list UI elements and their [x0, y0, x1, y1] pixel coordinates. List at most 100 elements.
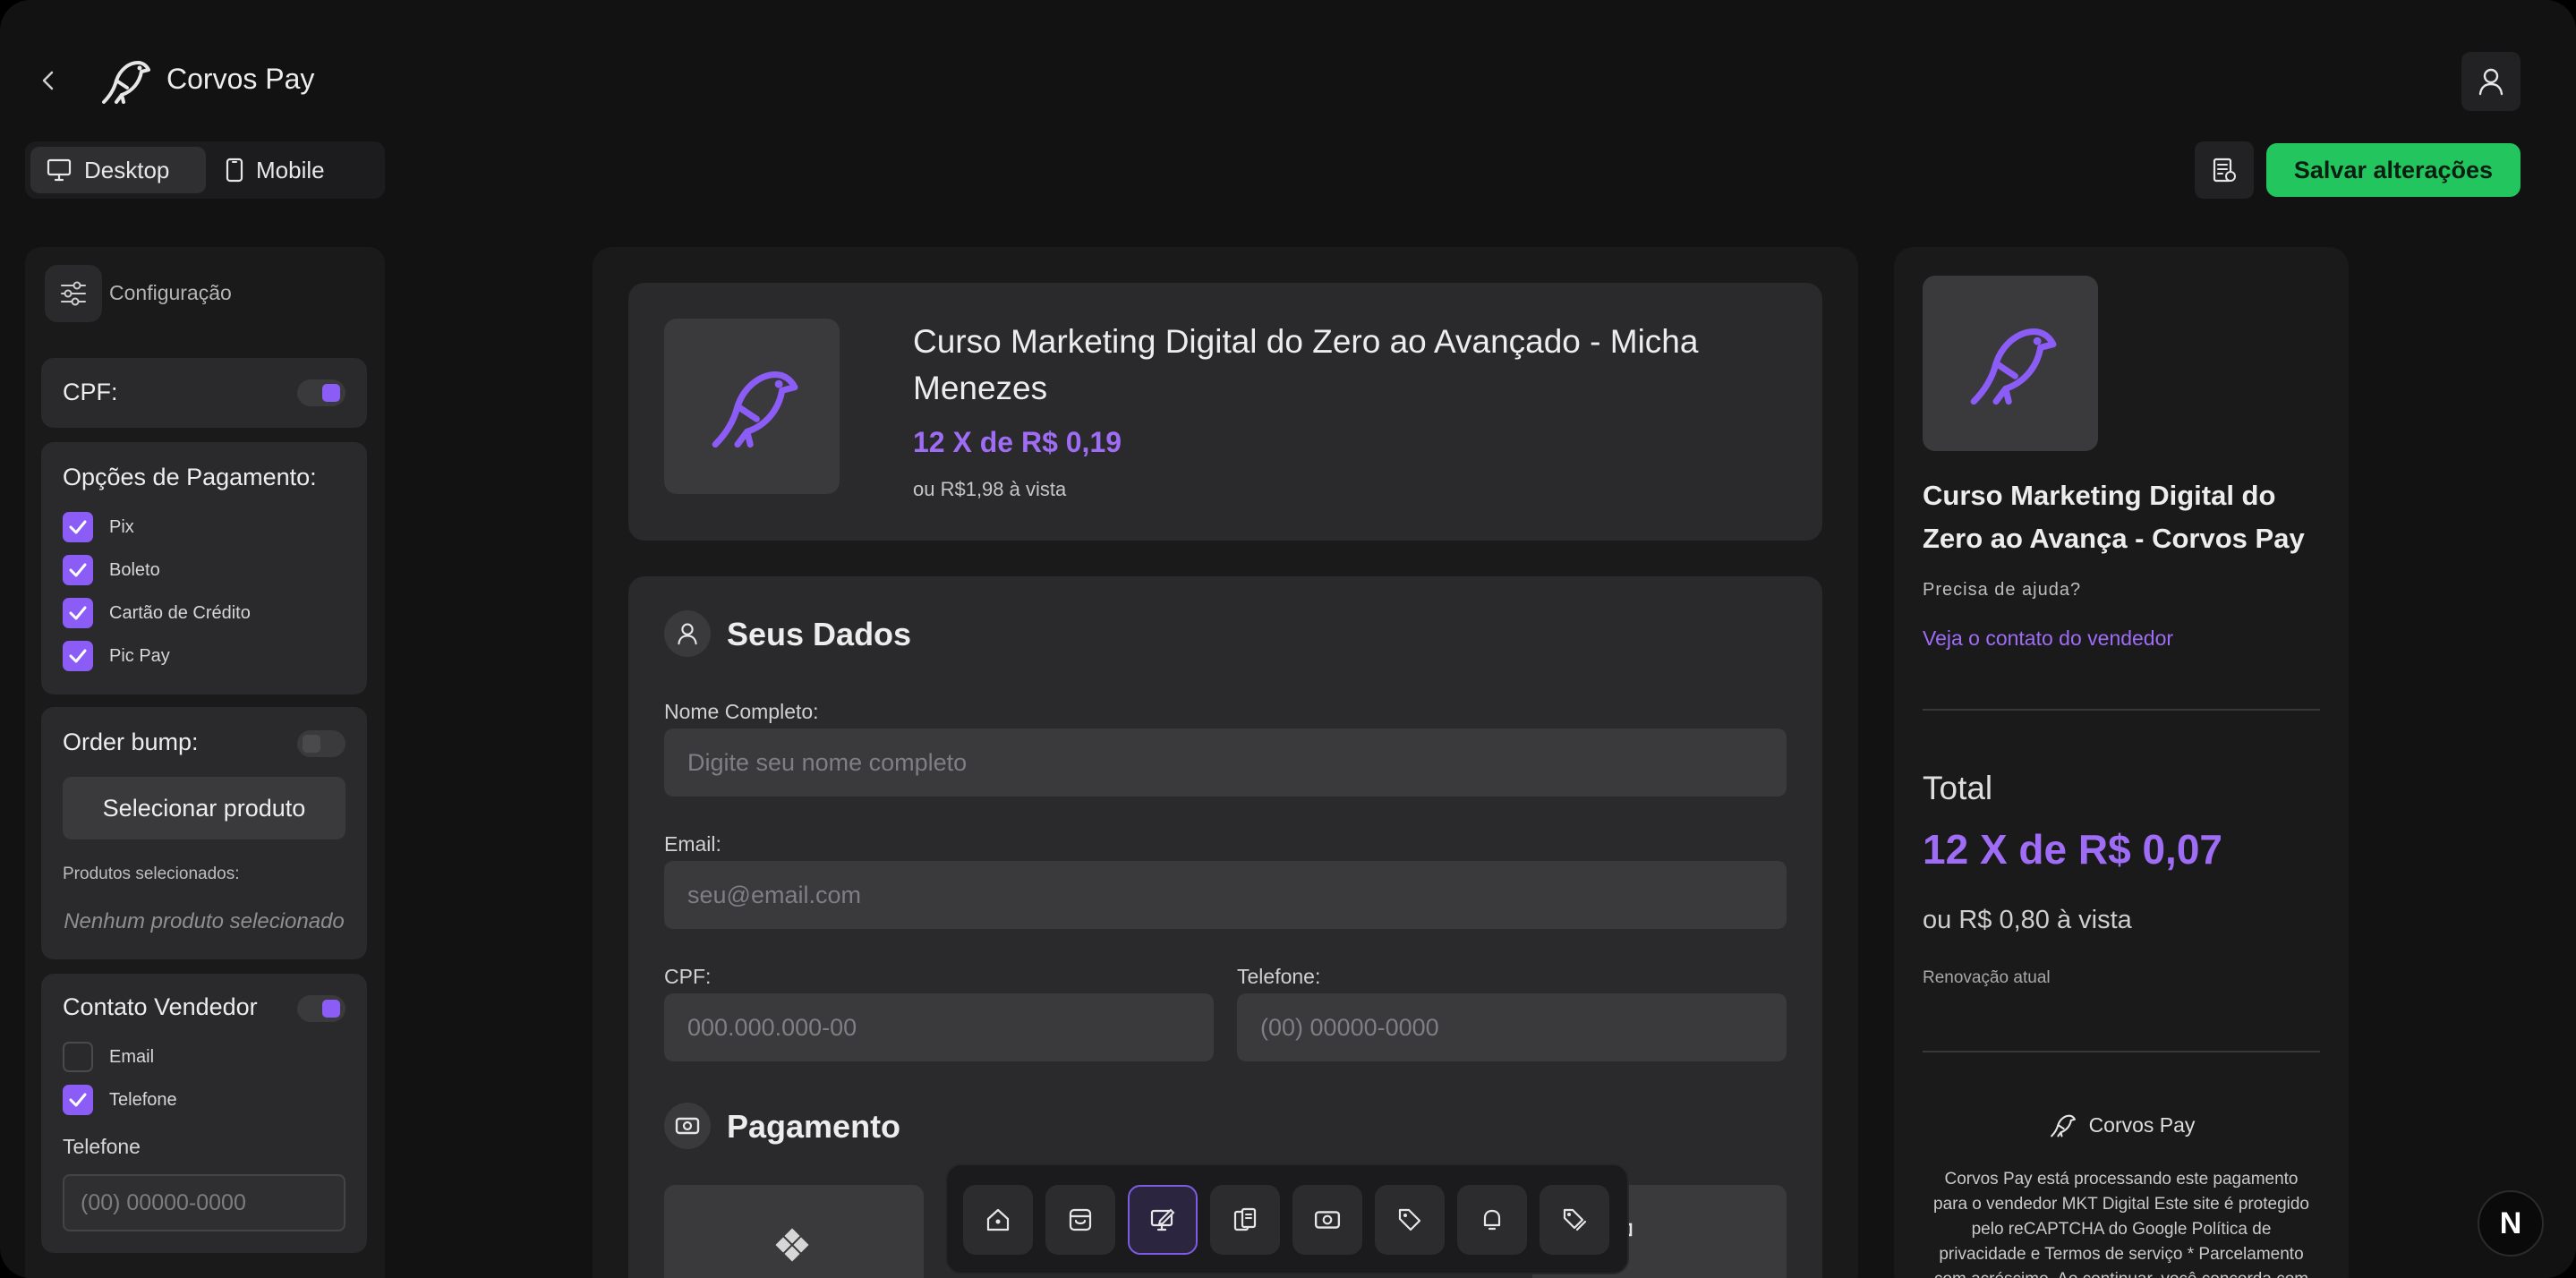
tag-icon: [1398, 1208, 1421, 1231]
checkbox-checked[interactable]: [63, 641, 93, 671]
discount-icon: [1563, 1208, 1587, 1231]
empty-products-label: Nenhum produto selecionado: [64, 909, 345, 933]
payment-option-label: Pix: [109, 516, 134, 537]
product-cash-price: ou R$1,98 à vista: [913, 478, 1067, 500]
config-label: Configuração: [109, 281, 232, 304]
payment-option-picpay[interactable]: Pic Pay: [63, 641, 170, 671]
store-icon: [1069, 1208, 1092, 1231]
dock-edit-screen-button[interactable]: [1128, 1185, 1198, 1255]
total-cash-price: ou R$ 0,80 à vista: [1923, 906, 2132, 934]
tab-desktop-label: Desktop: [84, 156, 170, 183]
home-icon: [986, 1208, 1010, 1231]
product-title: Curso Marketing Digital do Zero ao Avanç…: [913, 323, 1699, 406]
renewal-label: Renovação atual: [1923, 968, 2051, 987]
dock-home-button[interactable]: [963, 1185, 1033, 1255]
phone-label: Telefone:: [1237, 965, 1321, 988]
help-label: Precisa de ajuda?: [1923, 580, 2082, 600]
device-toggle: Desktop Mobile: [25, 141, 385, 199]
seller-contact-title: Contato Vendedor: [63, 993, 258, 1020]
payment-options-title: Opções de Pagamento:: [63, 464, 317, 490]
checkbox-checked[interactable]: [63, 1085, 93, 1115]
summary-brand: Corvos Pay: [1894, 1112, 2349, 1138]
payment-option-boleto[interactable]: Boleto: [63, 555, 160, 585]
payment-method-pix[interactable]: [664, 1185, 924, 1278]
money-icon: [664, 1103, 711, 1149]
payment-title: Pagamento: [727, 1108, 901, 1145]
checkbox-checked[interactable]: [63, 512, 93, 542]
order-bump-card: Order bump: Selecionar produto Produtos …: [41, 707, 367, 959]
order-bump-title: Order bump:: [63, 728, 199, 755]
payment-option-label: Cartão de Crédito: [109, 602, 251, 623]
seller-contact-link[interactable]: Veja o contato do vendedor: [1923, 626, 2173, 651]
contact-option-label: Email: [109, 1046, 155, 1067]
seller-contact-toggle[interactable]: [297, 995, 345, 1022]
sliders-icon: [45, 265, 102, 322]
payment-option-credit-card[interactable]: Cartão de Crédito: [63, 598, 251, 628]
your-data-title: Seus Dados: [727, 616, 912, 652]
user-icon: [664, 610, 711, 657]
divider: [1923, 1051, 2320, 1052]
save-changes-button[interactable]: Salvar alterações: [2266, 143, 2521, 197]
chevron-left-icon: [42, 71, 54, 90]
summary-brand-name: Corvos Pay: [2088, 1112, 2196, 1137]
receipt-icon: [2213, 158, 2236, 183]
summary-thumbnail: [1923, 276, 2098, 451]
dock-tag-button[interactable]: [1375, 1185, 1445, 1255]
check-icon: [69, 649, 87, 663]
email-input[interactable]: seu@email.com: [664, 861, 1787, 929]
crow-logo-icon: [2050, 1114, 2076, 1137]
payment-option-pix[interactable]: Pix: [63, 512, 134, 542]
tab-mobile-label: Mobile: [256, 156, 325, 183]
check-icon: [69, 563, 87, 577]
phone-label: Telefone: [63, 1135, 141, 1158]
app-window: Corvos Pay Desktop Mobile Salvar alteraç…: [0, 0, 2576, 1278]
summary-title: Curso Marketing Digital do Zero ao Avanç…: [1923, 480, 2305, 554]
money-icon: [1314, 1211, 1341, 1229]
name-label: Nome Completo:: [664, 700, 819, 723]
check-icon: [69, 520, 87, 534]
select-product-button[interactable]: Selecionar produto: [63, 777, 345, 839]
product-card: Curso Marketing Digital do Zero ao Avanç…: [628, 283, 1822, 541]
checkbox-checked[interactable]: [63, 555, 93, 585]
product-thumbnail: [664, 319, 840, 494]
product-price: 12 X de R$ 0,19: [913, 426, 1122, 458]
order-bump-toggle[interactable]: [297, 730, 345, 757]
brand-name: Corvos Pay: [166, 63, 315, 95]
cpf-card: CPF:: [41, 358, 367, 428]
seller-phone-input[interactable]: (00) 00000-0000: [63, 1174, 345, 1231]
dock-store-button[interactable]: [1045, 1185, 1115, 1255]
tab-mobile[interactable]: Mobile: [209, 147, 380, 193]
payment-option-label: Pic Pay: [109, 645, 170, 666]
next-dev-badge[interactable]: N: [2478, 1190, 2544, 1257]
monitor-icon: [47, 158, 72, 182]
legal-text: Corvos Pay está processando este pagamen…: [1933, 1170, 2309, 1278]
dock-devices-button[interactable]: [1210, 1185, 1280, 1255]
preview-receipt-button[interactable]: [2195, 141, 2254, 199]
dock-money-button[interactable]: [1292, 1185, 1362, 1255]
bell-icon: [1483, 1209, 1501, 1231]
cpf-input[interactable]: 000.000.000-00: [664, 993, 1214, 1061]
cpf-toggle[interactable]: [297, 379, 345, 406]
dock-discount-button[interactable]: [1540, 1185, 1609, 1255]
back-button[interactable]: [32, 64, 64, 97]
phone-input[interactable]: (00) 00000-0000: [1237, 993, 1787, 1061]
cpf-label: CPF:: [664, 965, 712, 988]
crow-logo-icon: [712, 371, 798, 448]
bottom-dock: [945, 1163, 1629, 1274]
devices-icon: [1233, 1207, 1257, 1231]
contact-option-phone[interactable]: Telefone: [63, 1085, 177, 1115]
tab-desktop[interactable]: Desktop: [30, 147, 206, 193]
checkbox-unchecked[interactable]: [63, 1042, 93, 1072]
user-icon: [2478, 68, 2503, 96]
user-profile-button[interactable]: [2461, 52, 2521, 111]
payment-options-card: Opções de Pagamento: Pix Boleto Cartão d…: [41, 442, 367, 694]
total-label: Total: [1923, 770, 1993, 806]
crow-logo-icon: [1970, 328, 2057, 405]
name-input[interactable]: Digite seu nome completo: [664, 728, 1787, 797]
smartphone-icon: [226, 158, 243, 183]
checkbox-checked[interactable]: [63, 598, 93, 628]
dock-bell-button[interactable]: [1457, 1185, 1527, 1255]
divider: [1923, 709, 2320, 711]
contact-option-email[interactable]: Email: [63, 1042, 154, 1072]
edit-screen-icon: [1150, 1208, 1175, 1231]
